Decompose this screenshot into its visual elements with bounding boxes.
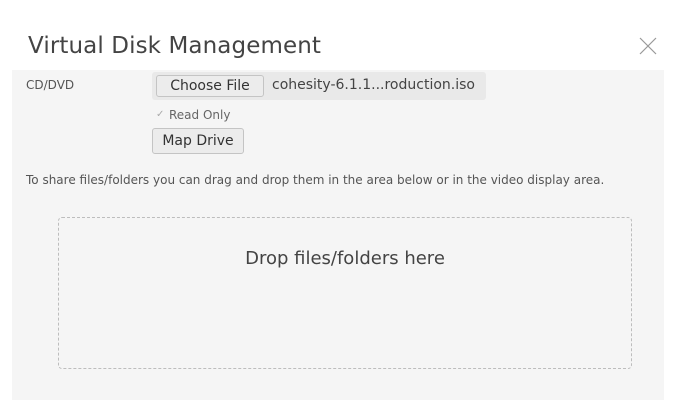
read-only-option[interactable]: ✓ Read Only xyxy=(156,108,230,122)
drop-zone-text: Drop files/folders here xyxy=(245,248,445,269)
file-input[interactable]: Choose File cohesity-6.1.1...roduction.i… xyxy=(152,72,486,100)
drop-zone[interactable]: Drop files/folders here xyxy=(58,217,632,369)
share-hint-text: To share files/folders you can drag and … xyxy=(26,173,605,187)
cd-dvd-label: CD/DVD xyxy=(26,78,75,92)
close-icon[interactable] xyxy=(638,36,658,56)
read-only-label: Read Only xyxy=(169,108,231,122)
dialog-header: Virtual Disk Management xyxy=(12,24,664,70)
dialog-title: Virtual Disk Management xyxy=(28,33,321,59)
checkbox-checked-icon[interactable]: ✓ xyxy=(156,110,166,120)
choose-file-button[interactable]: Choose File xyxy=(156,75,264,97)
map-drive-button[interactable]: Map Drive xyxy=(152,128,244,154)
selected-file-name: cohesity-6.1.1...roduction.iso xyxy=(272,77,475,93)
virtual-disk-dialog: Virtual Disk Management CD/DVD Choose Fi… xyxy=(12,24,664,400)
